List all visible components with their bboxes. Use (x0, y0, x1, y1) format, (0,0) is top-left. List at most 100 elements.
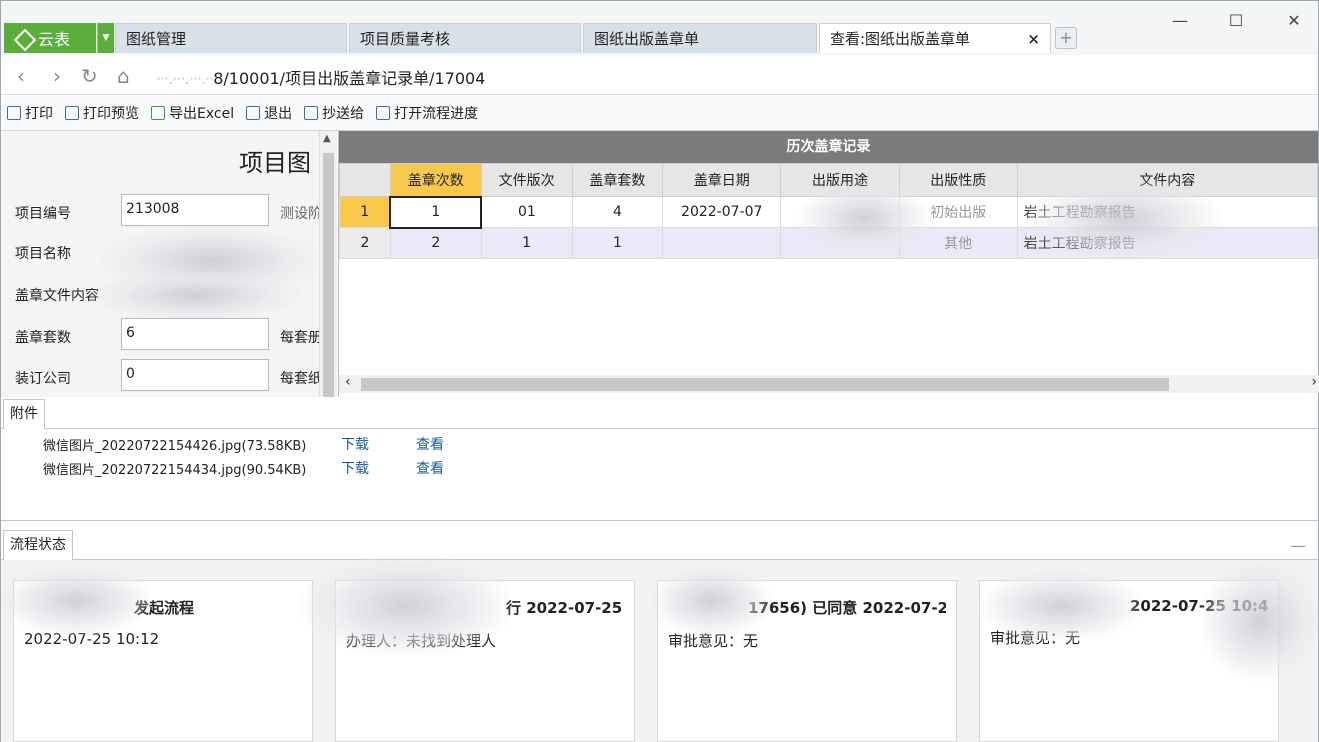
download-link[interactable]: 下载 (341, 434, 369, 454)
per-set-volumes-label: 每套册 (280, 330, 319, 346)
table-cell[interactable]: 1 (571, 227, 664, 259)
flow-label: 打开流程进度 (394, 106, 479, 122)
tab-bar: 云表 ▼ 图纸管理 项目质量考核 图纸出版盖章单 查看:图纸出版盖章单 × + … (1, 1, 1318, 55)
tab-drawing-stamp-form[interactable]: 图纸出版盖章单 (583, 23, 817, 53)
stamp-sets-field[interactable]: 6 (121, 318, 269, 350)
url-redacted: ···.···.···.·· (156, 69, 214, 88)
redacted-initiator (1, 566, 151, 636)
app-menu-button[interactable]: 云表 (4, 23, 96, 53)
column-header[interactable]: 盖章套数 (571, 163, 664, 197)
print-preview-button[interactable]: 打印预览 (65, 103, 139, 123)
project-no-label: 项目编号 (15, 206, 71, 222)
cc-icon (304, 106, 319, 120)
tab-drawing-management[interactable]: 图纸管理 (115, 23, 347, 53)
scroll-right-icon[interactable]: › (1311, 374, 1317, 390)
grid-horizontal-scrollbar[interactable]: ‹ › (339, 374, 1319, 393)
open-flow-button[interactable]: 打开流程进度 (376, 103, 478, 123)
refresh-icon[interactable]: ↻ (81, 64, 98, 88)
redacted-area (1201, 561, 1319, 681)
printer-icon (7, 106, 21, 120)
attachment-file-name: 微信图片_20220722154434.jpg(90.54KB) (43, 463, 307, 478)
cc-label: 抄送给 (322, 106, 365, 122)
app-name: 云表 (38, 30, 71, 49)
tab-view-drawing-stamp-form[interactable]: 查看:图纸出版盖章单 × (819, 23, 1051, 53)
binding-company-label: 装订公司 (15, 371, 71, 387)
attachments-divider (1, 428, 1318, 429)
stamp-sets-label: 盖章套数 (15, 330, 71, 346)
preview-label: 打印预览 (83, 106, 139, 122)
stamp-content-label: 盖章文件内容 (15, 288, 99, 304)
tab-label: 图纸出版盖章单 (594, 30, 700, 48)
design-stage-label: 测设阶 (280, 206, 319, 222)
table-cell[interactable]: 1 (480, 227, 573, 259)
toolbar: 打印 打印预览 导出Excel 退出 抄送给 打开流程进度 (1, 96, 1318, 131)
form-title: 项目图 (239, 149, 311, 177)
tab-label: 图纸管理 (126, 30, 187, 48)
scrollbar-thumb[interactable] (323, 153, 334, 397)
redacted-approver (651, 566, 771, 636)
column-header[interactable]: 盖章次数 (389, 163, 482, 197)
redacted-content (1029, 179, 1219, 259)
attachments-tab[interactable]: 附件 (3, 399, 45, 429)
print-button[interactable]: 打印 (7, 103, 53, 123)
close-tab-icon[interactable]: × (1027, 30, 1040, 48)
exit-icon (246, 106, 261, 120)
exit-label: 退出 (264, 106, 293, 122)
grid-title: 历次盖章记录 (339, 131, 1318, 163)
table-cell[interactable]: 4 (571, 196, 664, 228)
flow-top-divider (1, 520, 1318, 521)
exit-button[interactable]: 退出 (246, 103, 292, 123)
redacted-handler (301, 556, 511, 656)
new-tab-button[interactable]: + (1055, 27, 1077, 49)
back-icon[interactable]: ‹ (17, 64, 25, 88)
redacted-stamp-content (91, 271, 301, 321)
row-number-header (339, 163, 391, 197)
attachment-file-name: 微信图片_20220722154426.jpg(73.58KB) (43, 439, 307, 454)
excel-icon (151, 106, 165, 120)
row-number[interactable]: 2 (339, 227, 391, 259)
flow-grid-icon (376, 106, 391, 120)
row-number[interactable]: 1 (339, 196, 391, 228)
table-cell[interactable]: 2022-07-07 (662, 196, 782, 228)
table-cell[interactable] (662, 227, 782, 259)
print-label: 打印 (25, 106, 53, 122)
url-text: 8/10001/项目出版盖章记录单/17004 (213, 69, 486, 88)
table-cell[interactable]: 1 (389, 195, 483, 229)
scrollbar-thumb[interactable] (361, 378, 1169, 391)
export-label: 导出Excel (169, 106, 235, 122)
url-field[interactable]: ···.···.···.··8/10001/项目出版盖章记录单/17004 (156, 65, 485, 89)
close-window-button[interactable]: ✕ (1271, 7, 1317, 35)
minimize-button[interactable]: — (1157, 7, 1203, 35)
collapse-panel-icon[interactable]: — (1290, 536, 1306, 555)
form-panel: 项目图 项目编号 213008 测设阶 项目名称 盖章文件内容 盖章套数 6 每… (1, 131, 319, 397)
forward-icon[interactable]: › (53, 64, 61, 88)
project-no-field[interactable]: 213008 (121, 194, 269, 226)
home-icon[interactable]: ⌂ (117, 64, 130, 88)
redacted-usage (799, 183, 929, 253)
column-header[interactable]: 文件版次 (480, 163, 573, 197)
app-dropdown-button[interactable]: ▼ (97, 23, 114, 53)
browser-window: 云表 ▼ 图纸管理 项目质量考核 图纸出版盖章单 查看:图纸出版盖章单 × + … (0, 0, 1319, 742)
binding-company-field[interactable]: 0 (121, 359, 269, 391)
tab-label: 项目质量考核 (360, 30, 451, 48)
project-name-label: 项目名称 (15, 246, 71, 262)
view-link[interactable]: 查看 (416, 458, 444, 478)
download-link[interactable]: 下载 (341, 458, 369, 478)
tab-label: 查看:图纸出版盖章单 (830, 30, 971, 48)
per-set-paper-label: 每套纸 (280, 371, 319, 387)
redacted-approver (981, 571, 1141, 641)
preview-icon (65, 106, 79, 120)
view-link[interactable]: 查看 (416, 434, 444, 454)
column-header[interactable]: 盖章日期 (662, 163, 782, 197)
column-header[interactable]: 出版性质 (898, 163, 1018, 197)
scroll-up-icon[interactable]: ▲ (323, 133, 331, 144)
form-vertical-scrollbar[interactable]: ▲ (319, 131, 337, 397)
table-cell[interactable]: 2 (389, 227, 482, 259)
flow-status-tab[interactable]: 流程状态 (3, 530, 73, 560)
tab-project-quality[interactable]: 项目质量考核 (349, 23, 581, 53)
cc-button[interactable]: 抄送给 (304, 103, 364, 123)
export-excel-button[interactable]: 导出Excel (151, 103, 234, 123)
scroll-left-icon[interactable]: ‹ (345, 374, 351, 390)
maximize-button[interactable]: ☐ (1213, 7, 1259, 35)
table-cell[interactable]: 01 (480, 196, 573, 228)
